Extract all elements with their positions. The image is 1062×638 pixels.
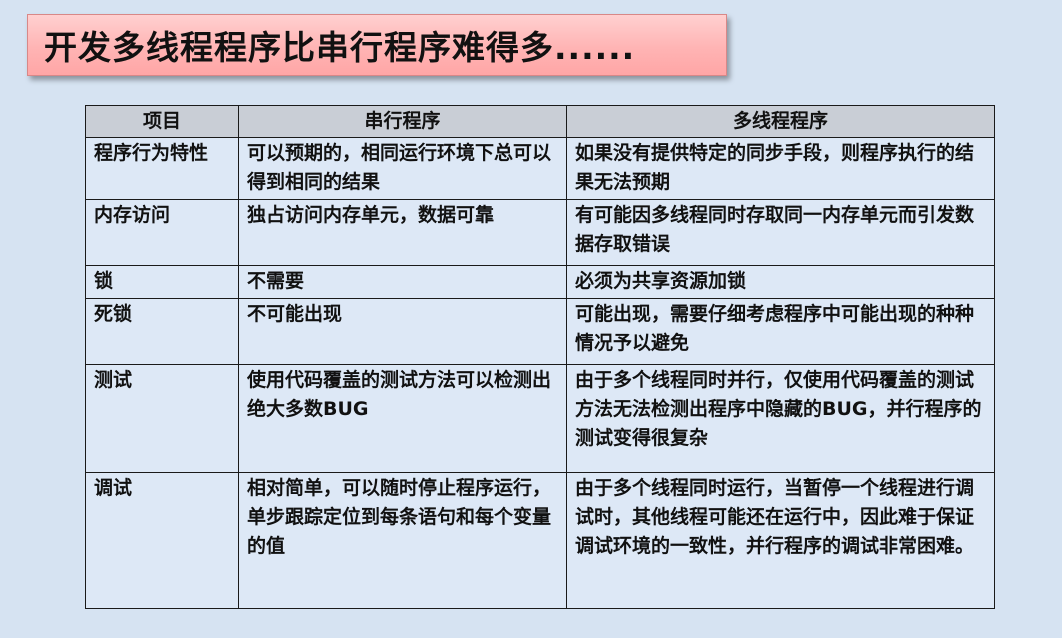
row-item: 锁 [85,265,239,299]
row-item: 测试 [85,364,239,473]
row-serial: 可以预期的，相同运行环境下总可以得到相同的结果 [238,137,567,200]
title-banner: 开发多线程程序比串行程序难得多...... [27,14,727,76]
row-serial: 不需要 [238,265,567,299]
row-item: 内存访问 [85,199,239,266]
row-item: 程序行为特性 [85,137,239,200]
header-serial: 串行程序 [238,105,567,138]
table-row: 程序行为特性 可以预期的，相同运行环境下总可以得到相同的结果 如果没有提供特定的… [85,137,995,200]
row-serial: 独占访问内存单元，数据可靠 [238,199,567,266]
row-multithread: 有可能因多线程同时存取同一内存单元而引发数据存取错误 [566,199,995,266]
comparison-table: 项目 串行程序 多线程程序 程序行为特性 可以预期的，相同运行环境下总可以得到相… [85,105,995,609]
row-multithread: 如果没有提供特定的同步手段，则程序执行的结果无法预期 [566,137,995,200]
row-item: 死锁 [85,298,239,365]
table-row: 调试 相对简单，可以随时停止程序运行，单步跟踪定位到每条语句和每个变量的值 由于… [85,472,995,609]
row-serial: 相对简单，可以随时停止程序运行，单步跟踪定位到每条语句和每个变量的值 [238,472,567,609]
table-row: 死锁 不可能出现 可能出现，需要仔细考虑程序中可能出现的种种情况予以避免 [85,298,995,365]
table-row: 内存访问 独占访问内存单元，数据可靠 有可能因多线程同时存取同一内存单元而引发数… [85,199,995,266]
row-serial: 使用代码覆盖的测试方法可以检测出绝大多数BUG [238,364,567,473]
row-multithread: 必须为共享资源加锁 [566,265,995,299]
header-item: 项目 [85,105,239,138]
table-row: 锁 不需要 必须为共享资源加锁 [85,265,995,299]
row-item: 调试 [85,472,239,609]
row-multithread: 由于多个线程同时运行，当暂停一个线程进行调试时，其他线程可能还在运行中，因此难于… [566,472,995,609]
row-multithread: 可能出现，需要仔细考虑程序中可能出现的种种情况予以避免 [566,298,995,365]
row-serial: 不可能出现 [238,298,567,365]
row-multithread: 由于多个线程同时并行，仅使用代码覆盖的测试方法无法检测出程序中隐藏的BUG，并行… [566,364,995,473]
header-multithread: 多线程程序 [566,105,995,138]
table-header-row: 项目 串行程序 多线程程序 [85,105,995,138]
page-title: 开发多线程程序比串行程序难得多...... [44,28,636,67]
table-row: 测试 使用代码覆盖的测试方法可以检测出绝大多数BUG 由于多个线程同时并行，仅使… [85,364,995,473]
